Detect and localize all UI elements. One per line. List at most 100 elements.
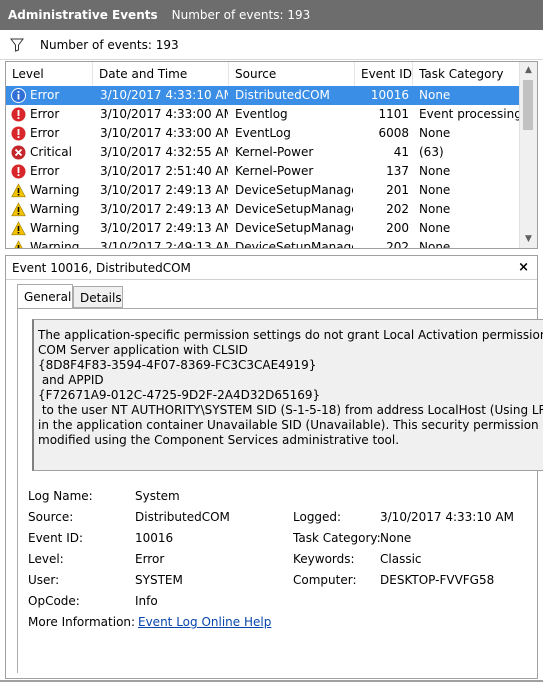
column-header-source[interactable]: Source	[229, 62, 355, 86]
task-category-cell: None	[419, 240, 451, 249]
column-header-event-id[interactable]: Event ID	[355, 62, 413, 86]
detail-title: Event 10016, DistributedCOM	[6, 256, 537, 280]
source-cell: Kernel-Power	[235, 145, 314, 159]
warning-icon	[11, 183, 26, 198]
column-header-task-category[interactable]: Task Category	[413, 62, 519, 86]
filter-event-count: Number of events: 193	[40, 37, 179, 52]
event-id-cell: 6008	[378, 126, 409, 140]
event-id-label: Event ID:	[28, 531, 84, 545]
level-cell: Warning	[30, 202, 80, 216]
title-bar: Administrative Events Number of events: …	[0, 0, 543, 30]
log-name-value: System	[135, 489, 180, 503]
event-row[interactable]: Warning 3/10/2017 2:49:13 AM DeviceSetupMa…	[6, 238, 519, 249]
event-row[interactable]: Error 3/10/2017 2:51:40 AM Kernel-Power 137…	[6, 162, 519, 181]
event-row[interactable]: Error 3/10/2017 4:33:00 AM EventLog 6008 Non…	[6, 124, 519, 143]
source-cell: Eventlog	[235, 107, 288, 121]
user-label: User:	[28, 573, 60, 587]
event-log-online-help-link[interactable]: Event Log Online Help	[138, 615, 271, 629]
event-message-box[interactable]: The application-specific permission sett…	[32, 319, 543, 471]
scroll-up-icon[interactable]: ▲	[520, 62, 537, 79]
source-cell: DeviceSetupManager	[235, 240, 353, 249]
source-cell: EventLog	[235, 126, 291, 140]
source-cell: DeviceSetupManager	[235, 221, 353, 235]
general-tab-panel: The application-specific permission sett…	[17, 308, 543, 673]
task-category-cell: None	[419, 202, 451, 216]
level-cell: Error	[30, 126, 60, 140]
logged-value: 3/10/2017 4:33:10 AM	[380, 510, 514, 524]
task-category-cell: None	[419, 221, 451, 235]
source-value: DistributedCOM	[135, 510, 230, 524]
task-category-cell: None	[419, 126, 451, 140]
error-icon	[11, 126, 26, 141]
keywords-value: Classic	[380, 552, 422, 566]
close-icon[interactable]: ×	[518, 256, 529, 280]
event-rows: Error 3/10/2017 4:33:10 AM DistributedCOM 1…	[6, 86, 519, 249]
warning-icon	[11, 202, 26, 217]
scroll-down-icon[interactable]: ▼	[520, 231, 537, 248]
warning-icon	[11, 240, 26, 248]
level-value: Error	[135, 552, 165, 566]
task-category-cell: None	[419, 183, 451, 197]
task-category-cell: (63)	[419, 145, 444, 159]
column-header-datetime[interactable]: Date and Time	[93, 62, 229, 86]
event-id-cell: 137	[386, 164, 409, 178]
event-id-cell: 10016	[370, 88, 409, 102]
warning-icon	[11, 221, 26, 236]
opcode-label: OpCode:	[28, 594, 80, 608]
scroll-thumb[interactable]	[523, 80, 533, 130]
user-value: SYSTEM	[135, 573, 183, 587]
datetime-cell: 3/10/2017 4:32:55 AM	[100, 145, 228, 159]
source-cell: Kernel-Power	[235, 164, 314, 178]
event-row[interactable]: Warning 3/10/2017 2:49:13 AM DeviceSetupMa…	[6, 181, 519, 200]
level-label: Level:	[28, 552, 64, 566]
info-icon	[11, 88, 26, 103]
datetime-cell: 3/10/2017 4:33:10 AM	[100, 88, 228, 102]
source-cell: DistributedCOM	[235, 88, 330, 102]
events-grid: Level Date and Time Source Event ID Task…	[5, 61, 538, 249]
error-icon	[11, 164, 26, 179]
logged-label: Logged:	[293, 510, 342, 524]
event-id-cell: 41	[393, 145, 409, 159]
event-row[interactable]: Error 3/10/2017 4:33:00 AM Eventlog 1101 Eve…	[6, 105, 519, 124]
event-row[interactable]: Critical 3/10/2017 4:32:55 AM Kernel-Power…	[6, 143, 519, 162]
task-category-value: None	[380, 531, 412, 545]
level-cell: Error	[30, 88, 60, 102]
datetime-cell: 3/10/2017 4:33:00 AM	[100, 107, 228, 121]
task-category-cell: None	[419, 88, 451, 102]
event-message-text: The application-specific permission sett…	[38, 328, 543, 447]
event-row[interactable]: Error 3/10/2017 4:33:10 AM DistributedCOM 1…	[6, 86, 519, 105]
level-cell: Warning	[30, 240, 80, 249]
tab-details[interactable]: Details	[73, 286, 123, 308]
tab-general[interactable]: General	[17, 284, 73, 309]
event-row[interactable]: Warning 3/10/2017 2:49:13 AM DeviceSetupMa…	[6, 200, 519, 219]
keywords-label: Keywords:	[293, 552, 355, 566]
datetime-cell: 3/10/2017 2:49:13 AM	[100, 240, 228, 249]
task-category-label: Task Category:	[293, 531, 381, 545]
event-id-cell: 201	[386, 183, 409, 197]
events-scrollbar[interactable]: ▲ ▼	[519, 62, 537, 248]
event-id-cell: 202	[386, 240, 409, 249]
datetime-cell: 3/10/2017 2:49:13 AM	[100, 183, 228, 197]
filter-icon[interactable]	[10, 38, 24, 52]
datetime-cell: 3/10/2017 2:51:40 AM	[100, 164, 228, 178]
column-header-level[interactable]: Level	[6, 62, 93, 86]
event-id-value: 10016	[135, 531, 174, 545]
source-cell: DeviceSetupManager	[235, 183, 353, 197]
error-icon	[11, 107, 26, 122]
title-event-count: Number of events: 193	[171, 8, 311, 22]
computer-value: DESKTOP-FVVFG58	[380, 573, 495, 587]
event-row[interactable]: Warning 3/10/2017 2:49:13 AM DeviceSetupMa…	[6, 219, 519, 238]
level-cell: Error	[30, 107, 60, 121]
opcode-value: Info	[135, 594, 158, 608]
level-cell: Error	[30, 164, 60, 178]
computer-label: Computer:	[293, 573, 357, 587]
event-id-cell: 1101	[378, 107, 409, 121]
level-cell: Warning	[30, 221, 80, 235]
event-id-cell: 200	[386, 221, 409, 235]
source-cell: DeviceSetupManager	[235, 202, 353, 216]
source-label: Source:	[28, 510, 74, 524]
level-cell: Warning	[30, 183, 80, 197]
task-category-cell: None	[419, 164, 451, 178]
log-name-label: Log Name:	[28, 489, 93, 503]
task-category-cell: Event processing	[419, 107, 519, 121]
